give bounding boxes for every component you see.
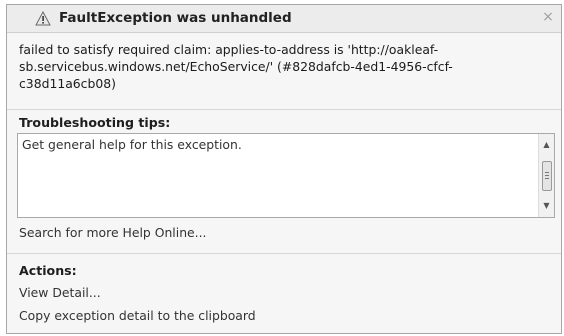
tips-scrollbar[interactable]: ▲ ▼ — [538, 134, 554, 217]
troubleshooting-tips-list[interactable]: Get general help for this exception. ▲ ▼ — [17, 133, 555, 218]
grip-line — [545, 178, 549, 179]
copy-exception-detail-link[interactable]: Copy exception detail to the clipboard — [19, 308, 256, 323]
section-divider — [7, 253, 561, 254]
tip-item[interactable]: Get general help for this exception. — [22, 137, 242, 152]
scrollbar-thumb[interactable] — [542, 161, 552, 191]
exception-message: failed to satisfy required claim: applie… — [19, 41, 539, 92]
exception-message-line: c38d11a6cb08) — [19, 76, 116, 91]
exception-message-line: failed to satisfy required claim: applie… — [19, 42, 439, 57]
dialog-title: FaultException was unhandled — [59, 10, 292, 26]
section-divider — [7, 109, 561, 110]
warning-icon — [35, 10, 51, 26]
troubleshooting-heading: Troubleshooting tips: — [19, 115, 171, 130]
dialog-title-bar: FaultException was unhandled × — [7, 5, 561, 33]
actions-heading: Actions: — [19, 263, 77, 278]
search-help-online-link[interactable]: Search for more Help Online... — [19, 225, 207, 240]
scroll-down-arrow-icon[interactable]: ▼ — [539, 199, 554, 213]
close-button[interactable]: × — [540, 8, 556, 26]
grip-line — [545, 175, 549, 176]
scroll-up-arrow-icon[interactable]: ▲ — [539, 138, 554, 152]
exception-message-line: sb.servicebus.windows.net/EchoService/' … — [19, 59, 453, 74]
exception-assistant-dialog: FaultException was unhandled × failed to… — [6, 4, 562, 334]
view-detail-link[interactable]: View Detail... — [19, 285, 101, 300]
grip-line — [545, 172, 549, 173]
